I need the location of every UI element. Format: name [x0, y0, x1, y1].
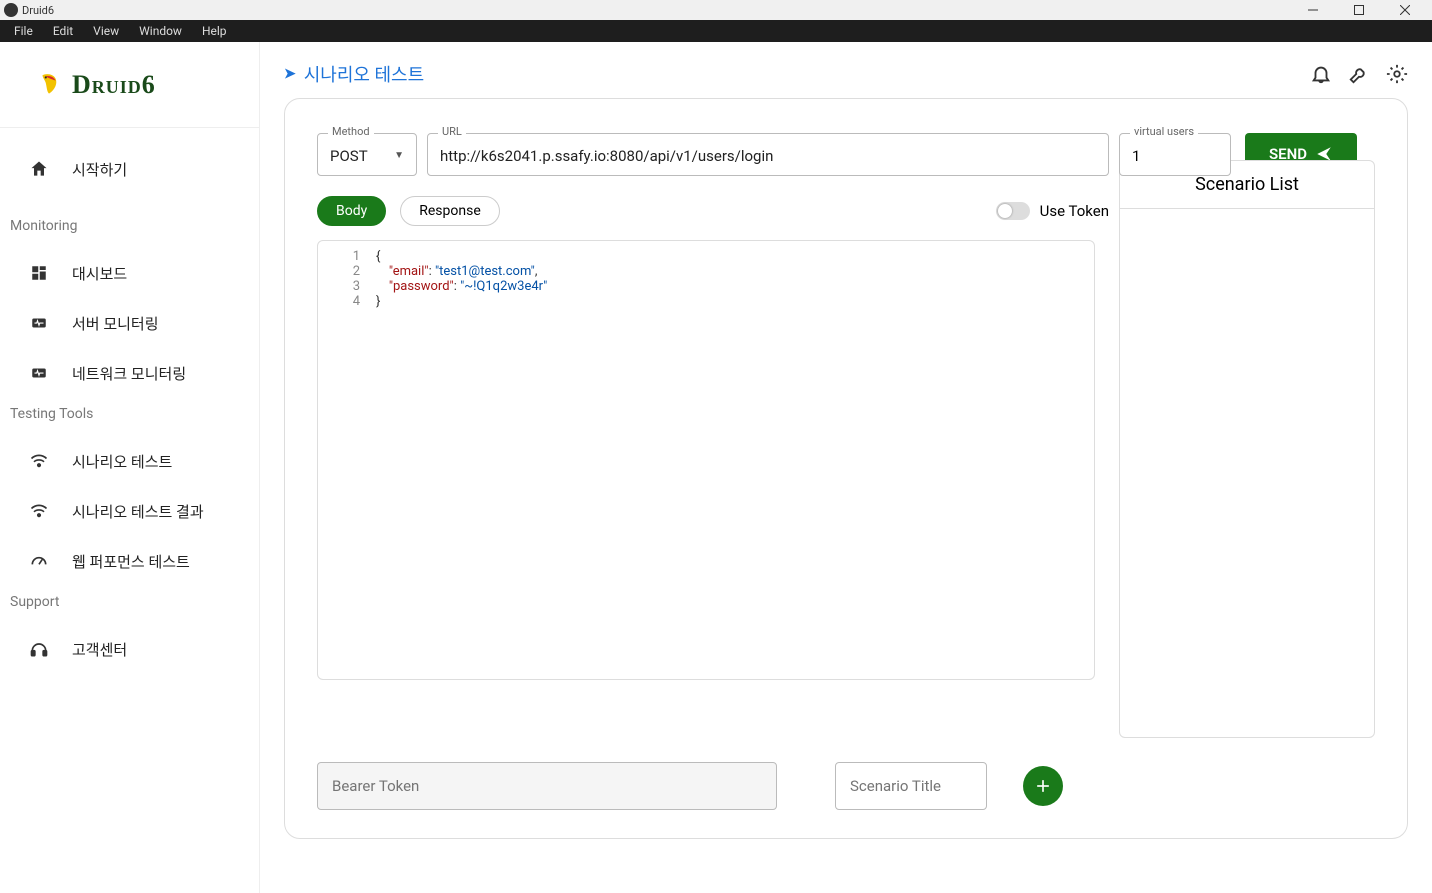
url-input[interactable]: URL http://k6s2041.p.ssafy.io:8080/api/v…: [427, 133, 1109, 176]
menu-edit[interactable]: Edit: [43, 24, 83, 38]
sidebar-item-scenario-result[interactable]: 시나리오 테스트 결과: [0, 486, 259, 536]
sidebar-item-label: 시나리오 테스트: [72, 451, 172, 472]
sidebar-section-testing: Testing Tools: [0, 398, 259, 436]
wrench-icon[interactable]: [1348, 63, 1370, 85]
use-token-label: Use Token: [1040, 202, 1109, 220]
window-titlebar: Druid6: [0, 0, 1432, 20]
sidebar-section-support: Support: [0, 586, 259, 624]
sidebar-item-start[interactable]: 시작하기: [0, 128, 259, 210]
heartbeat-icon: [28, 312, 50, 334]
sidebar-item-scenario-test[interactable]: 시나리오 테스트: [0, 436, 259, 486]
wifi-icon: [28, 500, 50, 522]
method-select[interactable]: Method POST ▼: [317, 133, 417, 176]
sidebar: Druid6 시작하기 Monitoring 대시보드 서버 모니터링: [0, 42, 260, 893]
home-icon: [28, 158, 50, 180]
sidebar-item-label: 웹 퍼포먼스 테스트: [72, 551, 190, 572]
sidebar-section-monitoring: Monitoring: [0, 210, 259, 248]
scenario-list-panel: Scenario List: [1119, 160, 1375, 738]
virtual-users-input[interactable]: virtual users: [1119, 133, 1231, 176]
sidebar-item-server-monitoring[interactable]: 서버 모니터링: [0, 298, 259, 348]
vu-label: virtual users: [1130, 125, 1198, 138]
menu-file[interactable]: File: [4, 24, 43, 38]
parrot-icon: [36, 72, 62, 98]
logo: Druid6: [0, 42, 259, 128]
window-title: Druid6: [22, 4, 54, 17]
sidebar-item-support[interactable]: 고객센터: [0, 624, 259, 674]
menubar: File Edit View Window Help: [0, 20, 1432, 42]
vu-value[interactable]: [1132, 147, 1218, 165]
sidebar-item-label: 대시보드: [72, 263, 127, 284]
chevron-right-icon: ➤: [284, 66, 296, 82]
sidebar-item-label: 시작하기: [72, 159, 127, 180]
gear-icon[interactable]: [1386, 63, 1408, 85]
window-controls: [1290, 0, 1428, 20]
method-value: POST: [330, 147, 368, 165]
use-token-toggle[interactable]: [996, 202, 1030, 220]
sidebar-item-label: 서버 모니터링: [72, 313, 159, 334]
sidebar-item-network-monitoring[interactable]: 네트워크 모니터링: [0, 348, 259, 398]
body-editor[interactable]: 1{ 2 "email": "test1@test.com", 3 "passw…: [317, 240, 1095, 680]
chevron-down-icon: ▼: [394, 150, 404, 161]
request-card: Method POST ▼ URL http://k6s2041.p.ssafy…: [284, 98, 1408, 839]
page-title: 시나리오 테스트: [304, 61, 424, 87]
gauge-icon: [28, 550, 50, 572]
app-icon: [4, 3, 18, 17]
add-scenario-button[interactable]: [1023, 766, 1063, 806]
scenario-title-input[interactable]: [835, 762, 987, 810]
tab-body[interactable]: Body: [317, 196, 386, 226]
wifi-icon: [28, 450, 50, 472]
maximize-button[interactable]: [1336, 0, 1382, 20]
sidebar-item-web-perf[interactable]: 웹 퍼포먼스 테스트: [0, 536, 259, 586]
menu-window[interactable]: Window: [129, 24, 192, 38]
main-content: ➤ 시나리오 테스트 Method: [260, 42, 1432, 893]
sidebar-item-dashboard[interactable]: 대시보드: [0, 248, 259, 298]
dashboard-icon: [28, 262, 50, 284]
method-label: Method: [328, 125, 374, 138]
page-header: ➤ 시나리오 테스트: [284, 42, 1408, 98]
sidebar-item-label: 고객센터: [72, 639, 127, 660]
sidebar-item-label: 네트워크 모니터링: [72, 363, 186, 384]
minimize-button[interactable]: [1290, 0, 1336, 20]
bearer-token-input[interactable]: [317, 762, 777, 810]
sidebar-item-label: 시나리오 테스트 결과: [72, 501, 204, 522]
headset-icon: [28, 638, 50, 660]
url-value: http://k6s2041.p.ssafy.io:8080/api/v1/us…: [440, 147, 773, 165]
tab-response[interactable]: Response: [400, 196, 500, 226]
close-button[interactable]: [1382, 0, 1428, 20]
logo-text: Druid6: [72, 70, 156, 100]
url-label: URL: [438, 125, 466, 138]
menu-view[interactable]: View: [83, 24, 129, 38]
bell-icon[interactable]: [1310, 63, 1332, 85]
heartbeat-icon: [28, 362, 50, 384]
menu-help[interactable]: Help: [192, 24, 237, 38]
